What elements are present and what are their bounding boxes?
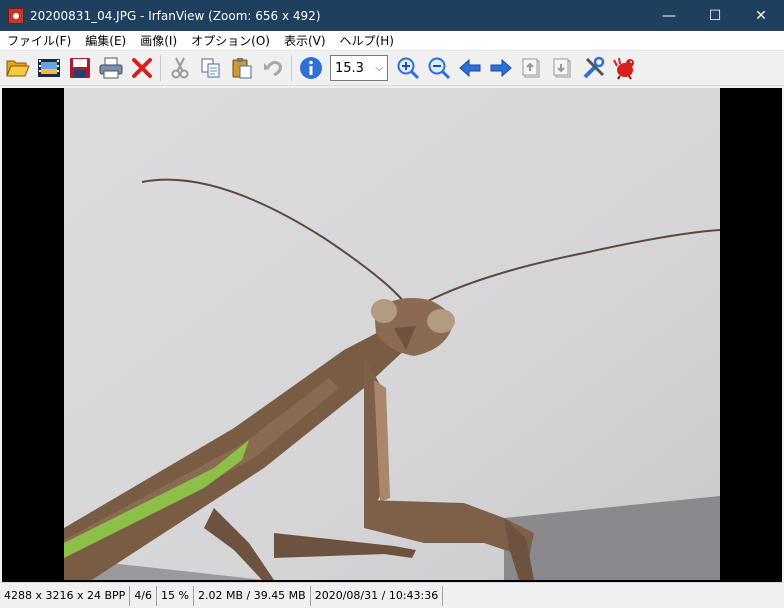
undo-button[interactable] xyxy=(257,53,288,83)
menu-view[interactable]: 表示(V) xyxy=(277,31,333,51)
status-position: 4/6 xyxy=(130,585,158,606)
cut-icon xyxy=(171,57,188,79)
toolbar-separator xyxy=(291,55,292,81)
menu-help[interactable]: ヘルプ(H) xyxy=(333,31,401,51)
title-bar: 20200831_04.JPG - IrfanView (Zoom: 656 x… xyxy=(0,0,784,31)
close-button[interactable]: ✕ xyxy=(738,0,784,31)
first-page-button[interactable] xyxy=(516,53,547,83)
menu-bar: ファイル(F) 編集(E) 画像(I) オプション(O) 表示(V) ヘルプ(H… xyxy=(0,31,784,51)
status-size: 2.02 MB / 39.45 MB xyxy=(194,585,311,606)
print-button[interactable] xyxy=(95,53,126,83)
paste-button[interactable] xyxy=(226,53,257,83)
toolbar: 15.3 ⌵ xyxy=(0,51,784,86)
image-viewport[interactable] xyxy=(2,88,782,582)
zoom-in-icon xyxy=(397,57,419,80)
menu-options[interactable]: オプション(O) xyxy=(184,31,277,51)
info-icon xyxy=(299,57,322,79)
status-bar: 4288 x 3216 x 24 BPP 4/6 15 % 2.02 MB / … xyxy=(0,582,784,608)
menu-edit[interactable]: 編集(E) xyxy=(78,31,133,51)
last-page-button[interactable] xyxy=(547,53,578,83)
save-icon xyxy=(69,58,90,78)
window-controls: — ☐ ✕ xyxy=(646,0,784,31)
menu-image[interactable]: 画像(I) xyxy=(133,31,184,51)
print-icon xyxy=(99,57,122,79)
chevron-down-icon: ⌵ xyxy=(375,62,383,74)
zoom-in-button[interactable] xyxy=(392,53,423,83)
settings-button[interactable] xyxy=(578,53,609,83)
irfanview-icon xyxy=(612,57,634,80)
status-datetime: 2020/08/31 / 10:43:36 xyxy=(311,585,444,606)
open-folder-icon xyxy=(5,60,30,77)
status-dimensions: 4288 x 3216 x 24 BPP xyxy=(0,585,131,606)
open-button[interactable] xyxy=(2,53,33,83)
toolbar-separator xyxy=(160,55,161,81)
copy-icon xyxy=(201,58,219,78)
about-button[interactable] xyxy=(609,53,640,83)
first-page-icon xyxy=(522,58,539,78)
delete-icon xyxy=(131,58,152,78)
previous-button[interactable] xyxy=(454,53,485,83)
zoom-select[interactable]: 15.3 ⌵ xyxy=(330,55,388,81)
copy-button[interactable] xyxy=(195,53,226,83)
paste-icon xyxy=(232,58,251,79)
cut-button[interactable] xyxy=(164,53,195,83)
minimize-button[interactable]: — xyxy=(646,0,692,31)
photo-praying-mantis xyxy=(64,88,720,580)
irfanview-icon[interactable] xyxy=(8,7,24,24)
next-button[interactable] xyxy=(485,53,516,83)
zoom-value: 15.3 xyxy=(335,60,364,76)
slideshow-button[interactable] xyxy=(33,53,64,83)
previous-icon xyxy=(458,58,480,78)
slideshow-icon xyxy=(37,59,60,77)
last-page-icon xyxy=(553,58,570,78)
status-zoom: 15 % xyxy=(157,585,194,606)
undo-icon xyxy=(263,60,282,77)
settings-icon xyxy=(583,56,604,79)
maximize-button[interactable]: ☐ xyxy=(692,0,738,31)
delete-button[interactable] xyxy=(126,53,157,83)
info-button[interactable] xyxy=(295,53,326,83)
zoom-out-icon xyxy=(428,57,450,80)
save-button[interactable] xyxy=(64,53,95,83)
menu-file[interactable]: ファイル(F) xyxy=(0,31,78,51)
zoom-out-button[interactable] xyxy=(423,53,454,83)
window-title: 20200831_04.JPG - IrfanView (Zoom: 656 x… xyxy=(30,8,321,23)
next-icon xyxy=(490,58,512,78)
